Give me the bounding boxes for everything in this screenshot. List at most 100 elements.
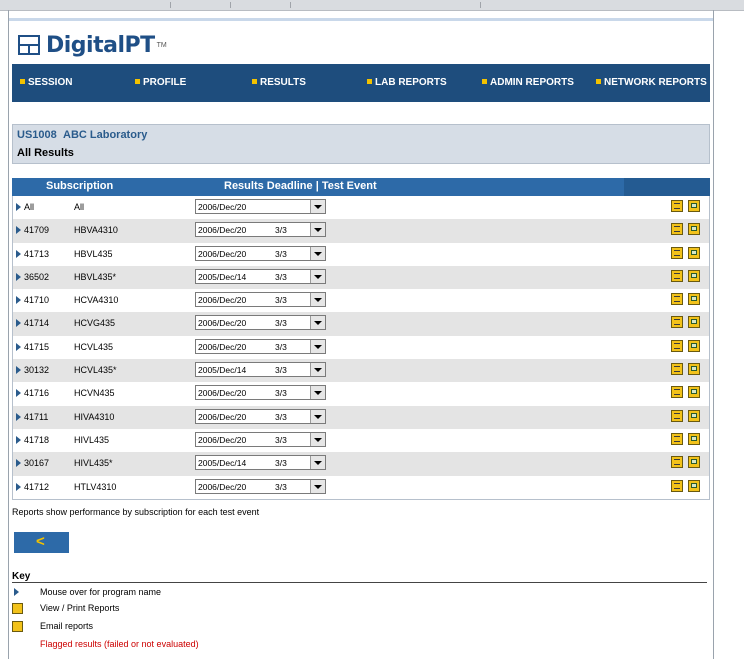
subscription-code[interactable]: 30132: [24, 365, 49, 375]
email-icon[interactable]: [688, 246, 700, 259]
email-icon[interactable]: [688, 363, 700, 376]
subscription-code[interactable]: 41718: [24, 435, 49, 445]
email-icon[interactable]: [688, 409, 700, 422]
subscription-code[interactable]: 41714: [24, 318, 49, 328]
deadline-select[interactable]: 2006/Dec/20 3/3: [195, 245, 326, 261]
email-icon[interactable]: [688, 269, 700, 282]
deadline-select[interactable]: 2005/Dec/14 3/3: [195, 362, 326, 378]
nav-network-reports[interactable]: NETWORK REPORTS: [596, 77, 707, 88]
dropdown-arrow-icon[interactable]: [310, 269, 325, 283]
top-strip-segment: [170, 2, 231, 8]
email-icon[interactable]: [688, 293, 700, 306]
email-icon[interactable]: [688, 386, 700, 399]
nav-session-label: SESSION: [28, 77, 73, 88]
dropdown-arrow-icon[interactable]: [310, 363, 325, 377]
email-icon[interactable]: [688, 432, 700, 445]
test-event: 3/3: [275, 458, 287, 469]
row-expand-arrow-icon[interactable]: [16, 249, 21, 258]
view-print-icon[interactable]: [671, 456, 683, 469]
email-icon[interactable]: [688, 316, 700, 329]
deadline-select[interactable]: 2005/Dec/14 3/3: [195, 455, 326, 471]
deadline-select[interactable]: 2006/Dec/20 3/3: [195, 385, 326, 401]
deadline-select[interactable]: 2005/Dec/14 3/3: [195, 268, 326, 284]
dropdown-arrow-icon[interactable]: [310, 479, 325, 493]
subscription-code[interactable]: 41712: [24, 482, 49, 492]
dropdown-arrow-icon[interactable]: [310, 432, 325, 446]
nav-bullet-icon: [367, 79, 372, 84]
row-expand-arrow-icon[interactable]: [16, 389, 21, 398]
view-print-icon[interactable]: [671, 316, 683, 329]
subscription-code[interactable]: 41709: [24, 225, 49, 235]
dropdown-arrow-icon[interactable]: [310, 316, 325, 330]
row-expand-arrow-icon[interactable]: [16, 459, 21, 468]
row-expand-arrow-icon[interactable]: [16, 366, 21, 375]
deadline-date: 2006/Dec/20: [198, 388, 247, 399]
table-row: 41710 HCVA4310 2006/Dec/20 3/3: [13, 289, 709, 312]
view-print-icon[interactable]: [671, 386, 683, 399]
dropdown-arrow-icon[interactable]: [310, 293, 325, 307]
test-event: 3/3: [275, 365, 287, 376]
row-expand-arrow-icon[interactable]: [16, 226, 21, 235]
deadline-select[interactable]: 2006/Dec/20 3/3: [195, 431, 326, 447]
deadline-select[interactable]: 2006/Dec/20 3/3: [195, 222, 326, 238]
nav-session[interactable]: SESSION: [20, 77, 72, 88]
email-icon[interactable]: [688, 479, 700, 492]
nav-profile[interactable]: PROFILE: [135, 77, 186, 88]
subscription-code[interactable]: 41710: [24, 295, 49, 305]
subscription-code[interactable]: 30167: [24, 458, 49, 468]
subscription-code[interactable]: 41715: [24, 342, 49, 352]
deadline-select[interactable]: 2006/Dec/20 3/3: [195, 338, 326, 354]
deadline-select[interactable]: 2006/Dec/20 3/3: [195, 408, 326, 424]
row-expand-arrow-icon[interactable]: [16, 435, 21, 444]
subscription-code[interactable]: 41711: [24, 412, 48, 422]
row-expand-arrow-icon[interactable]: [16, 203, 21, 211]
dropdown-arrow-icon[interactable]: [310, 223, 325, 237]
results-table: All All 2006/Dec/20 41709 HBVA4310 2006/Dec/2…: [12, 196, 710, 500]
dropdown-arrow-icon[interactable]: [310, 200, 325, 213]
email-icon[interactable]: [688, 339, 700, 352]
view-print-icon: [12, 603, 23, 614]
row-expand-arrow-icon[interactable]: [16, 412, 21, 421]
nav-results[interactable]: RESULTS: [252, 77, 306, 88]
email-icon[interactable]: [688, 223, 700, 236]
view-print-icon[interactable]: [671, 293, 683, 306]
row-expand-arrow-icon[interactable]: [16, 319, 21, 328]
row-expand-arrow-icon[interactable]: [16, 342, 21, 351]
table-row: 41715 HCVL435 2006/Dec/20 3/3: [13, 336, 709, 359]
dropdown-arrow-icon[interactable]: [310, 386, 325, 400]
test-event: 3/3: [275, 411, 287, 422]
email-icon[interactable]: [688, 456, 700, 469]
view-print-icon[interactable]: [671, 479, 683, 492]
program-name: HBVL435: [74, 248, 113, 259]
row-expand-arrow-icon[interactable]: [16, 296, 21, 305]
dropdown-arrow-icon[interactable]: [310, 409, 325, 423]
deadline-select[interactable]: 2006/Dec/20 3/3: [195, 478, 326, 494]
view-print-icon[interactable]: [671, 200, 683, 212]
back-button[interactable]: <: [14, 532, 69, 553]
subscription-code[interactable]: 36502: [24, 272, 49, 282]
nav-lab-reports[interactable]: LAB REPORTS: [367, 77, 447, 88]
view-print-icon[interactable]: [671, 432, 683, 445]
deadline-select[interactable]: 2006/Dec/20 3/3: [195, 315, 326, 331]
view-print-icon[interactable]: [671, 246, 683, 259]
logo[interactable]: DigitalPT TM: [18, 30, 167, 60]
nav-admin-reports[interactable]: ADMIN REPORTS: [482, 77, 574, 88]
table-row: 41712 HTLV4310 2006/Dec/20 3/3: [13, 476, 709, 499]
row-expand-arrow-icon[interactable]: [16, 272, 21, 281]
subscription-code[interactable]: All: [24, 202, 34, 212]
dropdown-arrow-icon[interactable]: [310, 339, 325, 353]
nav-bullet-icon: [252, 79, 257, 84]
view-print-icon[interactable]: [671, 409, 683, 422]
email-icon[interactable]: [688, 200, 700, 212]
deadline-select[interactable]: 2006/Dec/20: [195, 199, 326, 214]
subscription-code[interactable]: 41713: [24, 249, 49, 259]
view-print-icon[interactable]: [671, 269, 683, 282]
dropdown-arrow-icon[interactable]: [310, 246, 325, 260]
view-print-icon[interactable]: [671, 363, 683, 376]
subscription-code[interactable]: 41716: [24, 388, 49, 398]
dropdown-arrow-icon[interactable]: [310, 456, 325, 470]
view-print-icon[interactable]: [671, 223, 683, 236]
view-print-icon[interactable]: [671, 339, 683, 352]
deadline-select[interactable]: 2006/Dec/20 3/3: [195, 292, 326, 308]
row-expand-arrow-icon[interactable]: [16, 482, 21, 491]
